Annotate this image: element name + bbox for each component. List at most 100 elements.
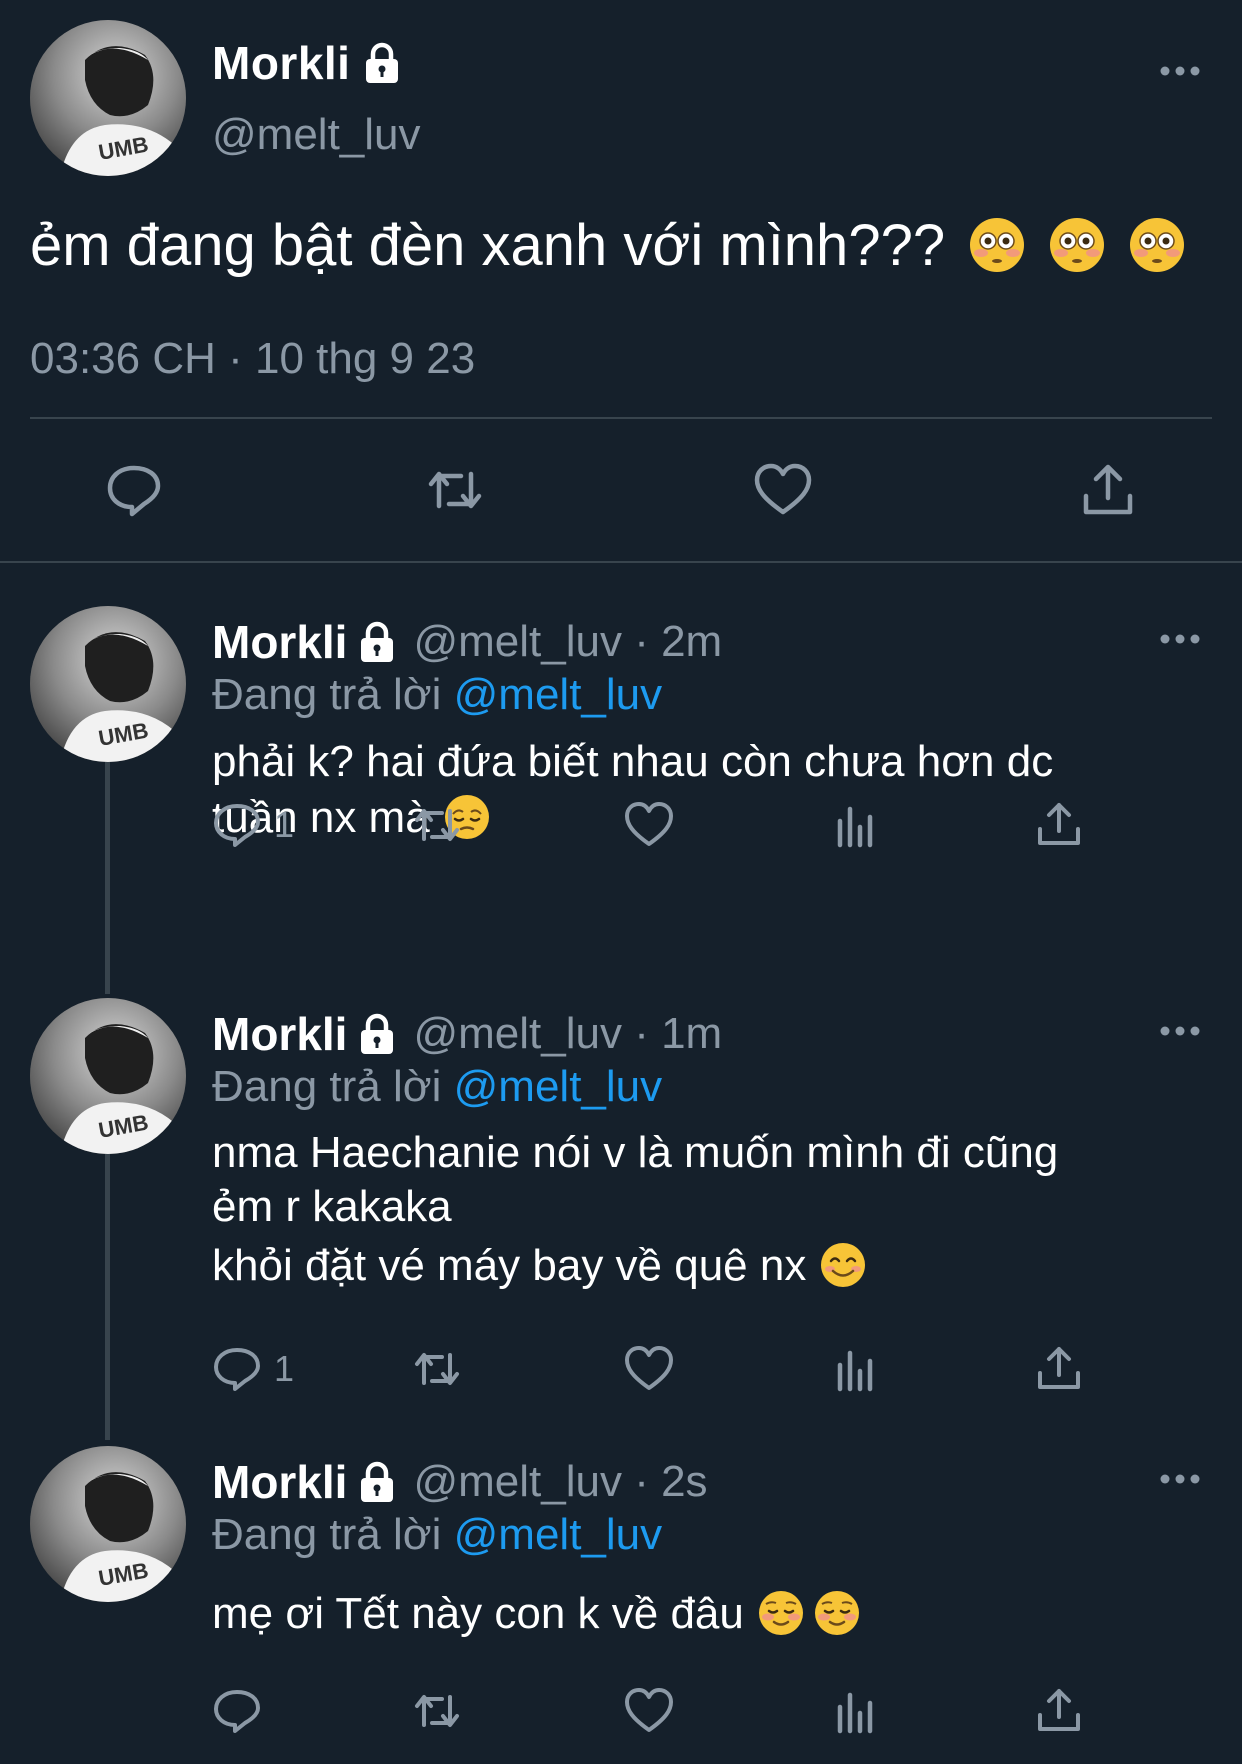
display-name[interactable]: Morkli [212, 1007, 347, 1061]
reply-text-line-with-emoji: khỏi đặt vé máy bay về quê nx [212, 1239, 1212, 1293]
tweet-thread-page: UMB Morkli @melt_luv ẻm đang bật đèn xan… [0, 0, 1242, 1764]
avatar-image: UMB [30, 1446, 186, 1602]
share-icon [1038, 803, 1080, 845]
avatar[interactable]: UMB [30, 998, 186, 1154]
reply-button[interactable]: 1 [212, 1344, 294, 1394]
like-button[interactable] [624, 1686, 674, 1736]
relieved-blush-emoji [758, 1591, 803, 1635]
analytics-icon [837, 1350, 873, 1392]
retweet-icon [415, 1353, 459, 1385]
reply-button[interactable]: 1 [212, 800, 294, 850]
reply-text-line-with-emoji: mẹ ơi Tết này con k về đâu [212, 1586, 1212, 1642]
analytics-button[interactable] [830, 800, 880, 850]
reply-action-bar [212, 1686, 1112, 1736]
reply-icon [214, 1348, 260, 1391]
like-button[interactable] [753, 462, 813, 518]
analytics-button[interactable] [830, 1686, 880, 1736]
flushed-face-emoji [970, 218, 1025, 272]
avatar[interactable]: UMB [30, 1446, 186, 1602]
mention-link[interactable]: @melt_luv [454, 1062, 663, 1111]
replying-to: Đang trả lời @melt_luv [212, 670, 662, 720]
reply-icon [214, 804, 260, 847]
share-icon [1083, 464, 1133, 515]
reply-count: 1 [274, 1348, 295, 1389]
analytics-icon [837, 1692, 873, 1734]
avatar-image: UMB [30, 998, 186, 1154]
retweet-button[interactable] [425, 462, 485, 518]
reply-button[interactable] [212, 1686, 262, 1736]
retweet-button[interactable] [412, 1686, 462, 1736]
reply-text-line: nma Haechanie nói v là muốn mình đi cũng [212, 1128, 1059, 1177]
tweet-timestamp[interactable]: 03:36 CH · 10 thg 9 23 [30, 334, 475, 384]
heart-icon [754, 463, 812, 515]
share-button[interactable] [1034, 800, 1084, 850]
retweet-button[interactable] [412, 800, 462, 850]
replying-to-label: Đang trả lời [212, 1510, 442, 1559]
reply-button[interactable] [104, 462, 164, 518]
reply-header: Morkli @melt_luv · 2s [212, 1454, 708, 1510]
divider [0, 561, 1242, 563]
reply-icon [214, 1690, 260, 1733]
heart-icon [625, 1688, 673, 1732]
share-icon [1038, 1347, 1080, 1389]
replying-to-label: Đang trả lời [212, 670, 442, 719]
reply-tweet: UMB Morkli @melt_luv · 2m Đang trả lời @… [0, 606, 1242, 976]
replying-to: Đang trả lời @melt_luv [212, 1510, 662, 1560]
share-icon [1038, 1689, 1080, 1731]
lock-icon [361, 1461, 394, 1502]
share-button[interactable] [1078, 462, 1138, 518]
tweet-action-bar [0, 462, 1242, 518]
reply-header: Morkli @melt_luv · 1m [212, 1006, 722, 1062]
reply-text: nma Haechanie nói v là muốn mình đi cũng… [212, 1126, 1212, 1293]
display-name[interactable]: Morkli [212, 36, 404, 90]
tweet-text: ẻm đang bật đèn xanh với mình??? [30, 212, 1185, 279]
reply-header: Morkli @melt_luv · 2m [212, 614, 722, 670]
reply-text-line: khỏi đặt vé máy bay về quê nx [212, 1241, 807, 1291]
divider [30, 417, 1212, 419]
smiling-face-emoji [821, 1243, 866, 1288]
reply-action-bar: 1 [212, 800, 1112, 850]
relieved-blush-emoji [814, 1591, 859, 1635]
more-options-icon[interactable] [1158, 632, 1202, 646]
avatar-image: UMB [30, 606, 186, 762]
handle-and-time[interactable]: @melt_luv · 2m [413, 617, 722, 667]
share-button[interactable] [1034, 1686, 1084, 1736]
retweet-button[interactable] [412, 1344, 462, 1394]
mention-link[interactable]: @melt_luv [454, 1510, 663, 1559]
reply-text-line: ẻm r kakaka [212, 1181, 452, 1231]
flushed-face-emoji [1050, 218, 1105, 272]
flushed-face-emoji [1130, 218, 1185, 272]
lock-icon [361, 621, 394, 662]
reply-tweet: UMB Morkli @melt_luv · 1m Đang trả lời @… [0, 998, 1242, 1418]
display-name[interactable]: Morkli [212, 1455, 347, 1509]
analytics-button[interactable] [830, 1344, 880, 1394]
reply-text: mẹ ơi Tết này con k về đâu [212, 1586, 1212, 1642]
mention-link[interactable]: @melt_luv [454, 670, 663, 719]
main-tweet: UMB Morkli @melt_luv ẻm đang bật đèn xan… [0, 0, 1242, 563]
avatar[interactable]: UMB [30, 606, 186, 762]
like-button[interactable] [624, 1344, 674, 1394]
more-options-icon[interactable] [1158, 1472, 1202, 1486]
avatar-image: UMB [30, 20, 186, 176]
more-options-icon[interactable] [1158, 1024, 1202, 1038]
display-name[interactable]: Morkli [212, 615, 347, 669]
handle[interactable]: @melt_luv [212, 110, 421, 160]
more-options-icon[interactable] [1158, 64, 1202, 78]
retweet-icon [415, 1695, 459, 1727]
like-button[interactable] [624, 800, 674, 850]
reply-text-line: phải k? hai đứa biết nhau còn chưa hơn d… [212, 737, 1054, 786]
retweet-icon [428, 471, 482, 509]
replying-to-label: Đang trả lời [212, 1062, 442, 1111]
display-name-text: Morkli [212, 37, 351, 89]
avatar[interactable]: UMB [30, 20, 186, 176]
reply-count: 1 [274, 804, 295, 845]
replying-to: Đang trả lời @melt_luv [212, 1062, 662, 1112]
share-button[interactable] [1034, 1344, 1084, 1394]
handle-and-time[interactable]: @melt_luv · 1m [413, 1009, 722, 1059]
heart-icon [625, 802, 673, 846]
reply-icon [107, 465, 161, 517]
reply-action-bar: 1 [212, 1344, 1112, 1394]
lock-icon [366, 42, 399, 83]
lock-icon [361, 1013, 394, 1054]
handle-and-time[interactable]: @melt_luv · 2s [413, 1457, 707, 1507]
